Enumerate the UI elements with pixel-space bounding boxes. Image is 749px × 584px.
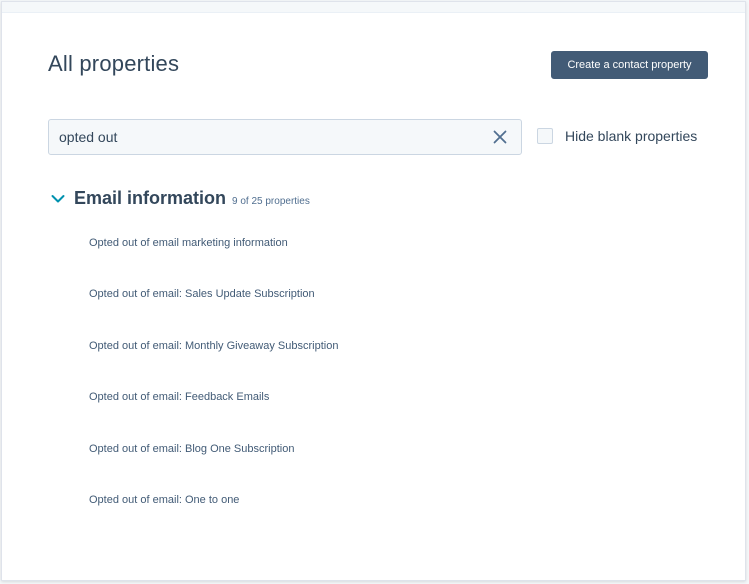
create-contact-property-button[interactable]: Create a contact property: [551, 51, 708, 79]
close-icon[interactable]: [493, 130, 507, 144]
property-link[interactable]: Opted out of email: One to one: [89, 494, 338, 545]
page-title: All properties: [48, 51, 180, 76]
section-header-email-information[interactable]: Email information 9 of 25 properties: [51, 188, 310, 209]
top-strip: [2, 2, 745, 13]
search-box: [48, 119, 522, 155]
hide-blank-label: Hide blank properties: [565, 128, 698, 144]
section-count: 9 of 25 properties: [232, 196, 310, 207]
hide-blank-properties-toggle[interactable]: Hide blank properties: [537, 128, 697, 144]
property-link[interactable]: Opted out of email: Sales Update Subscri…: [89, 288, 338, 339]
section-title: Email information: [74, 188, 227, 208]
property-link[interactable]: Opted out of email marketing information: [89, 237, 338, 288]
property-link[interactable]: Opted out of email: Feedback Emails: [89, 391, 338, 442]
properties-panel: All properties Create a contact property…: [1, 1, 746, 581]
property-link[interactable]: Opted out of email: Monthly Giveaway Sub…: [89, 340, 338, 391]
chevron-down-icon[interactable]: [51, 192, 65, 206]
hide-blank-checkbox[interactable]: [537, 128, 553, 144]
property-link[interactable]: Opted out of email: Blog One Subscriptio…: [89, 443, 338, 494]
property-list: Opted out of email marketing information…: [89, 237, 338, 545]
search-input[interactable]: [49, 120, 479, 154]
